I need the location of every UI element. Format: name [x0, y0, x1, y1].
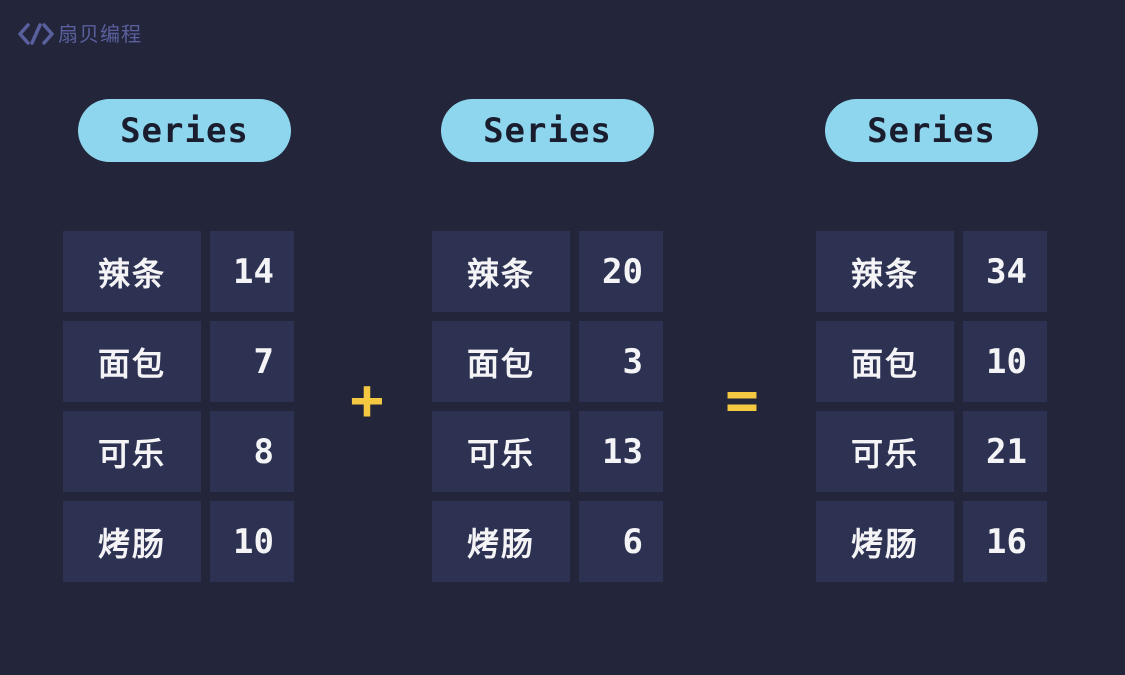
- value-cell: 20: [579, 231, 663, 312]
- index-cell: 烤肠: [432, 501, 570, 582]
- series-label-right: Series: [825, 99, 1038, 162]
- index-cell: 可乐: [816, 411, 954, 492]
- value-cell: 7: [210, 321, 294, 402]
- plus-operator: +: [350, 368, 384, 433]
- value-cell: 3: [579, 321, 663, 402]
- value-cell: 14: [210, 231, 294, 312]
- value-cell: 21: [963, 411, 1047, 492]
- value-cell: 8: [210, 411, 294, 492]
- index-cell: 辣条: [432, 231, 570, 312]
- index-cell: 可乐: [63, 411, 201, 492]
- index-cell: 面包: [63, 321, 201, 402]
- value-cell: 6: [579, 501, 663, 582]
- value-cell: 10: [210, 501, 294, 582]
- value-cell: 34: [963, 231, 1047, 312]
- code-brackets-icon: [18, 23, 54, 45]
- index-cell: 辣条: [63, 231, 201, 312]
- value-cell: 16: [963, 501, 1047, 582]
- series-label-left: Series: [78, 99, 291, 162]
- series-label-middle: Series: [441, 99, 654, 162]
- index-cell: 辣条: [816, 231, 954, 312]
- equals-operator: =: [725, 368, 759, 433]
- brand-name: 扇贝编程: [58, 22, 142, 46]
- index-cell: 烤肠: [816, 501, 954, 582]
- index-cell: 烤肠: [63, 501, 201, 582]
- brand-logo: 扇贝编程: [18, 20, 142, 48]
- value-cell: 13: [579, 411, 663, 492]
- index-cell: 面包: [432, 321, 570, 402]
- index-cell: 面包: [816, 321, 954, 402]
- index-cell: 可乐: [432, 411, 570, 492]
- value-cell: 10: [963, 321, 1047, 402]
